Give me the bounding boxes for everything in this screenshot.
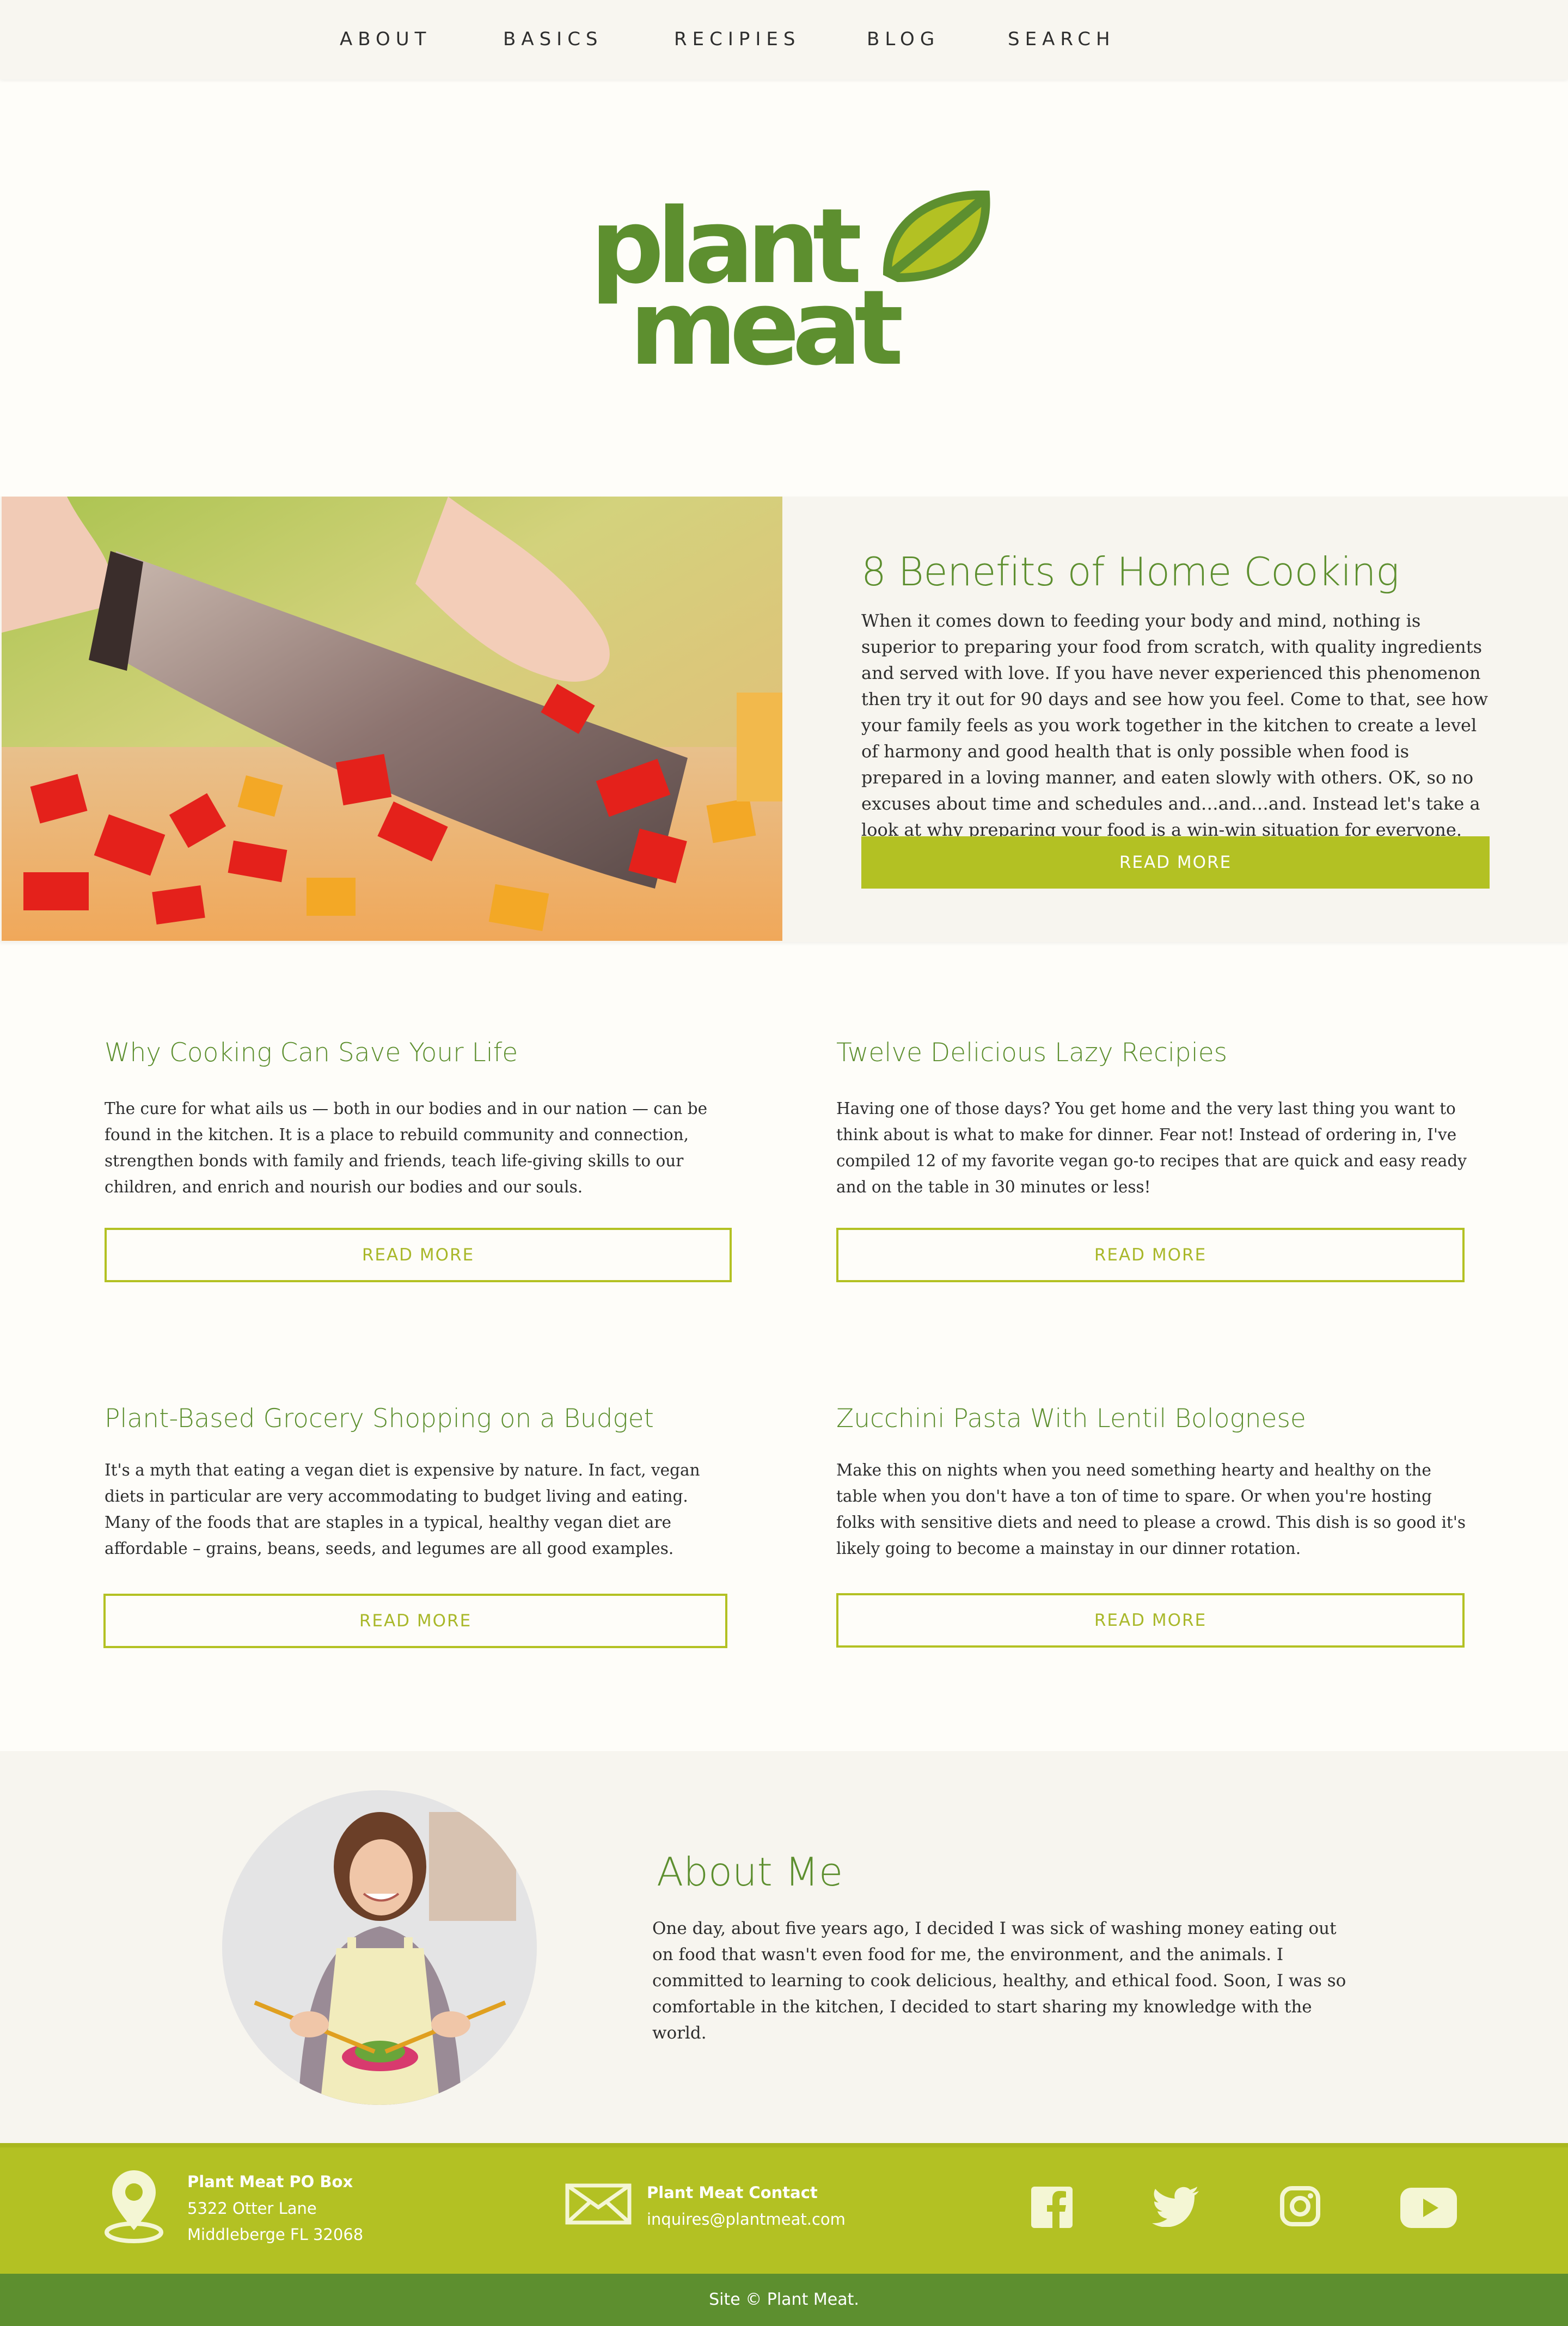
facebook-icon[interactable]: [1031, 2187, 1073, 2228]
nav-item-recipies[interactable]: RECIPIES: [674, 28, 800, 50]
read-more-button[interactable]: READ MORE: [836, 1228, 1465, 1282]
post-excerpt: Make this on nights when you need someth…: [836, 1461, 1466, 1558]
footer-address-title: Plant Meat PO Box: [187, 2172, 353, 2191]
leaf-icon: [883, 190, 990, 283]
post-title[interactable]: Zucchini Pasta With Lentil Bolognese: [836, 1404, 1306, 1434]
post-title[interactable]: Twelve Delicious Lazy Recipies: [836, 1038, 1227, 1068]
twitter-icon[interactable]: [1151, 2186, 1200, 2227]
about-photo-woman-cooking: [222, 1790, 537, 2105]
nav-item-basics[interactable]: BASICS: [503, 28, 603, 50]
footer-address-line2: Middleberge FL 32068: [187, 2225, 364, 2244]
read-more-button[interactable]: READ MORE: [836, 1593, 1465, 1648]
envelope-icon: [565, 2183, 632, 2225]
post-excerpt: Having one of those days? You get home a…: [836, 1099, 1467, 1196]
site-logo[interactable]: plant meat: [590, 186, 996, 388]
read-more-button[interactable]: READ MORE: [105, 1228, 732, 1282]
read-more-button[interactable]: READ MORE: [103, 1594, 727, 1648]
post-excerpt: The cure for what ails us — both in our …: [105, 1099, 708, 1196]
hero-read-more-button[interactable]: READ MORE: [861, 836, 1490, 889]
logo-text-meat: meat: [629, 268, 902, 370]
instagram-icon[interactable]: [1279, 2186, 1321, 2227]
nav-item-about[interactable]: ABOUT: [340, 28, 431, 50]
footer-contact-title: Plant Meat Contact: [647, 2183, 818, 2202]
top-navigation: ABOUT BASICS RECIPIES BLOG SEARCH: [0, 0, 1568, 79]
post-title[interactable]: Plant-Based Grocery Shopping on a Budget: [105, 1404, 654, 1434]
hero-title[interactable]: 8 Benefits of Home Cooking: [861, 549, 1536, 595]
copyright-bar: Site © Plant Meat.: [0, 2274, 1568, 2326]
post-title[interactable]: Why Cooking Can Save Your Life: [105, 1038, 518, 1068]
footer-contact-email[interactable]: inquires@plantmeat.com: [647, 2206, 846, 2232]
youtube-icon[interactable]: [1400, 2188, 1457, 2228]
about-text: One day, about five years ago, I decided…: [652, 1919, 1346, 2043]
footer-address-line1: 5322 Otter Lane: [187, 2199, 317, 2218]
nav-item-blog[interactable]: BLOG: [867, 28, 940, 50]
post-excerpt: It's a myth that eating a vegan diet is …: [105, 1461, 700, 1558]
map-pin-icon: [103, 2169, 164, 2243]
hero-excerpt: When it comes down to feeding your body …: [861, 610, 1489, 840]
hero-image-chopping-peppers: [2, 497, 782, 941]
nav-item-search[interactable]: SEARCH: [1008, 28, 1116, 50]
about-title: About Me: [657, 1849, 843, 1895]
